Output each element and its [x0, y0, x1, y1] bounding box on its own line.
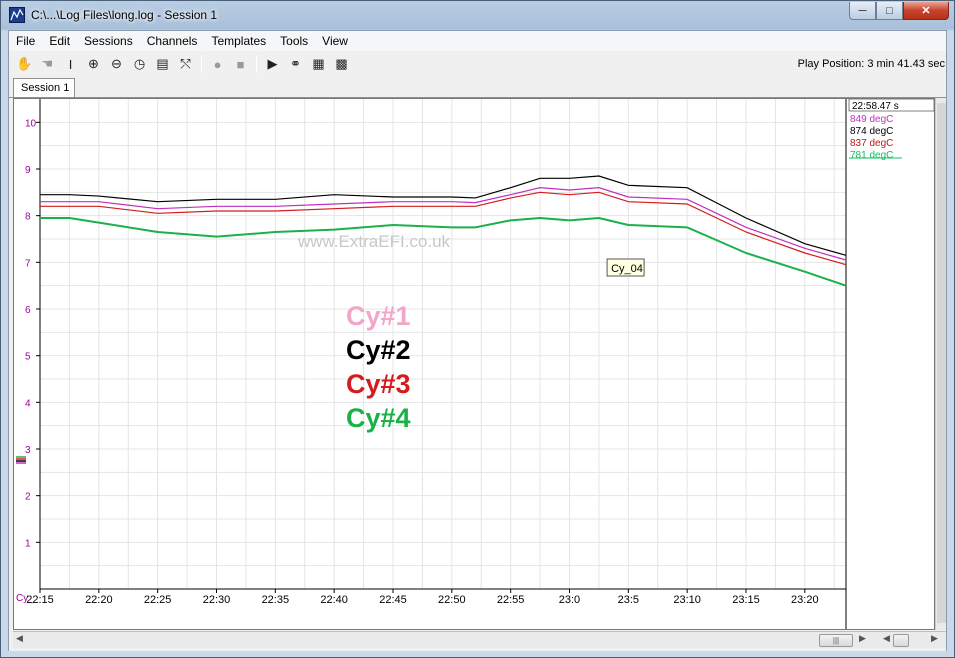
y-tick-label: 7 [25, 258, 31, 269]
legend-item: Cy#4 [346, 403, 411, 433]
close-button[interactable]: ✕ [903, 2, 949, 20]
line-chart[interactable]: 12345678910Cy_22:15 22:20 22:25 22:30 22:35 2… [14, 98, 935, 629]
horizontal-scroll-thumb[interactable]: ||| [819, 634, 853, 647]
maximize-button[interactable]: □ [876, 2, 903, 20]
x-tick-label: 22:35 [262, 594, 290, 606]
zoom-scroll-thumb[interactable] [893, 634, 909, 647]
y-tick-label: 5 [25, 352, 31, 363]
y-tick-label: 3 [25, 445, 31, 456]
x-tick-label: 23:10 [673, 594, 701, 606]
scroll-right-icon[interactable]: ▶ [859, 633, 866, 644]
tab-session-1[interactable]: Session 1 [13, 78, 75, 98]
toolbar-separator [256, 55, 257, 73]
x-tick-label: 22:45 [379, 594, 407, 606]
x-tick-label: 22:40 [320, 594, 348, 606]
window-title: C:\...\Log Files\long.log - Session 1 [31, 8, 218, 22]
zoom-scroll-right-icon[interactable]: ▶ [931, 633, 938, 644]
binoculars-icon[interactable]: ⚭ [284, 54, 307, 74]
menu-file[interactable]: File [9, 31, 42, 51]
menu-edit[interactable]: Edit [42, 31, 77, 51]
zoom-out-icon[interactable]: ⊖ [105, 54, 128, 74]
x-tick-label: 23:5 [618, 594, 639, 606]
vertical-scrollbar[interactable] [935, 98, 946, 630]
x-tick-label: 23:15 [732, 594, 760, 606]
y-tick-label: 4 [25, 398, 31, 409]
scroll-left-icon[interactable]: ◀ [16, 633, 23, 644]
y-tick-label: 1 [25, 538, 31, 549]
app-window: C:\...\Log Files\long.log - Session 1 ─ … [0, 0, 955, 658]
zoom-in-icon[interactable]: ⊕ [82, 54, 105, 74]
cursor-value: 874 degC [850, 126, 893, 137]
x-tick-label: 22:25 [144, 594, 172, 606]
menu-bar: File Edit Sessions Channels Templates To… [9, 31, 946, 51]
menu-tools[interactable]: Tools [273, 31, 315, 51]
x-tick-label: 22:50 [438, 594, 466, 606]
record-icon[interactable]: ● [206, 54, 229, 74]
client-area: File Edit Sessions Channels Templates To… [8, 30, 947, 651]
stop-icon[interactable]: ■ [229, 54, 252, 74]
vertical-scroll-thumb[interactable] [937, 103, 946, 623]
cursor-value: 837 degC [850, 138, 893, 149]
grab-hand-icon[interactable]: ☚ [36, 54, 59, 74]
minimize-button[interactable]: ─ [849, 2, 876, 20]
menu-templates[interactable]: Templates [204, 31, 273, 51]
legend-item: Cy#3 [346, 369, 411, 399]
session-panel: 1 2 3 4 5 6 7 8 9 10 Cy_ 22:15 22:20 22:25 22:30 22:35 2… [9, 98, 946, 651]
x-tick-label: 22:20 [85, 594, 113, 606]
window-controls: ─ □ ✕ [849, 2, 949, 20]
legend-item: Cy#1 [346, 301, 411, 331]
y-tick-label: 8 [25, 212, 31, 223]
zoom-scroll-left-icon[interactable]: ◀ [883, 633, 890, 644]
cursor-value: 849 degC [850, 114, 893, 125]
menu-channels[interactable]: Channels [140, 31, 205, 51]
title-bar[interactable]: C:\...\Log Files\long.log - Session 1 ─ … [1, 1, 954, 30]
play-position-readout: Play Position: 3 min 41.43 sec [797, 58, 945, 70]
cursor-time: 22:58.47 s [852, 101, 899, 112]
toolbar: ✋ ☚ I ⊕ ⊖ ◷ ▤ ⤲ ● ■ ▶ ⚭ ▦ ▩ Play Positio… [9, 52, 946, 76]
menu-view[interactable]: View [315, 31, 355, 51]
y-tick-label: 9 [25, 165, 31, 176]
play-icon[interactable]: ▶ [261, 54, 284, 74]
legend-item: Cy#2 [346, 335, 411, 365]
watermark: www.ExtraEFI.co.uk [297, 232, 451, 251]
x-tick-label: 23:0 [559, 594, 580, 606]
notes-icon[interactable]: ▤ [151, 54, 174, 74]
clock-icon[interactable]: ◷ [128, 54, 151, 74]
y-tick-label: 6 [25, 305, 31, 316]
cursor-i-beam-icon[interactable]: I [59, 54, 82, 74]
cursor-value: 781 degC [850, 150, 893, 161]
x-tick-label: 23:20 [791, 594, 819, 606]
app-logo-icon [9, 7, 25, 23]
series-line-cy3 [40, 191, 847, 266]
y-tick-label: 2 [25, 492, 31, 503]
menu-sessions[interactable]: Sessions [77, 31, 140, 51]
table-icon[interactable]: ▩ [330, 54, 353, 74]
y-tick-label: 10 [25, 118, 37, 129]
toolbar-separator [201, 55, 202, 73]
chart-reset-icon[interactable]: ⤲ [174, 54, 197, 74]
x-tick-label: 22:55 [497, 594, 525, 606]
series-line-cy4 [40, 216, 847, 287]
x-tick-label: 22:15 [26, 594, 54, 606]
x-tick-label: 22:30 [203, 594, 231, 606]
chart-area[interactable]: 1 2 3 4 5 6 7 8 9 10 Cy_ 22:15 22:20 22:25 22:30 22:35 2… [13, 98, 935, 630]
scatter-plot-icon[interactable]: ▦ [307, 54, 330, 74]
horizontal-scrollbar[interactable]: ◀ ||| ▶ ◀ ▶ [13, 631, 946, 648]
hand-icon[interactable]: ✋ [13, 54, 36, 74]
tooltip-text: Cy_04 [611, 263, 643, 275]
